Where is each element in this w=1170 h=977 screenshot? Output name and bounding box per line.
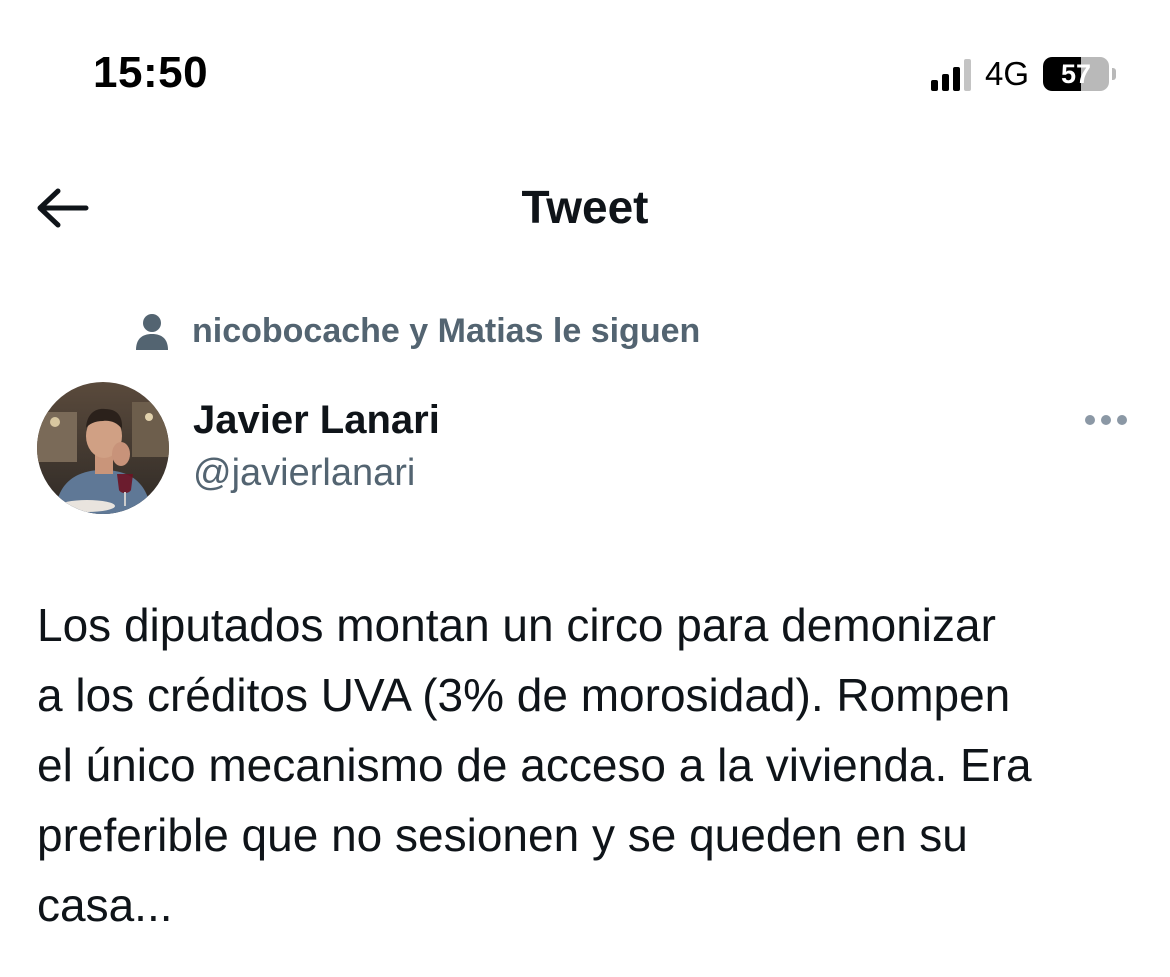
cellular-signal-icon <box>930 57 971 91</box>
arrow-left-icon <box>37 188 89 228</box>
back-button[interactable] <box>30 180 94 236</box>
page-title: Tweet <box>521 181 649 233</box>
avatar-photo <box>37 382 169 514</box>
social-context[interactable]: nicobocache y Matias le siguen <box>134 312 700 351</box>
battery-level: 57 <box>1060 58 1092 89</box>
author-name[interactable]: Javier Lanari <box>193 398 440 443</box>
more-horizontal-icon <box>1085 415 1127 425</box>
more-options-button[interactable] <box>1082 402 1130 438</box>
author-handle[interactable]: @javierlanari <box>193 452 415 495</box>
battery-icon: 57 <box>1043 57 1116 91</box>
social-context-text: nicobocache y Matias le siguen <box>192 312 701 350</box>
status-indicators: 4G 57 <box>930 52 1116 96</box>
avatar[interactable] <box>37 382 169 514</box>
tweet-text: Los diputados montan un circo para demon… <box>37 599 1032 931</box>
status-time: 15:50 <box>93 48 209 97</box>
person-icon <box>136 313 168 350</box>
network-type: 4G <box>984 55 1029 92</box>
